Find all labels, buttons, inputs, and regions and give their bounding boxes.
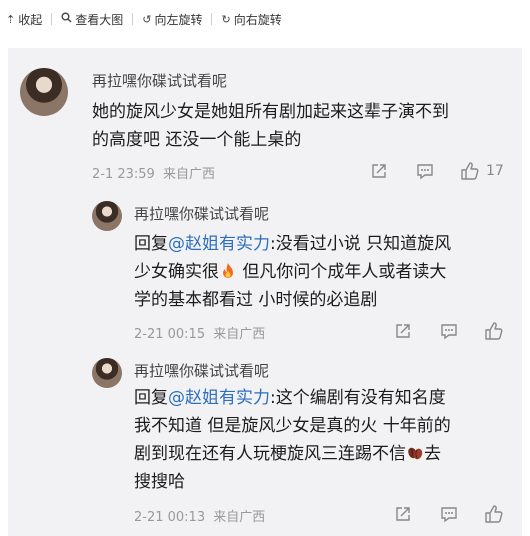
comment-panel: 再拉嘿你碟试试看呢 她的旋风少女是她姐所有剧加起来这辈子演不到 的高度吧 还没一… <box>8 48 522 536</box>
reply-actions <box>394 504 504 524</box>
divider <box>51 13 53 25</box>
reply-time: 2-21 00:13 <box>134 510 206 525</box>
reply-button[interactable] <box>440 322 458 340</box>
avatar[interactable] <box>92 358 122 388</box>
comment-icon <box>441 324 457 340</box>
reply-username[interactable]: 再拉嘿你碟试试看呢 <box>134 203 269 224</box>
divider <box>211 13 213 25</box>
comment-username[interactable]: 再拉嘿你碟试试看呢 <box>92 70 227 91</box>
divider <box>132 13 134 25</box>
thumbs-up-icon <box>485 322 503 340</box>
share-button[interactable] <box>370 162 388 180</box>
share-icon <box>372 164 386 178</box>
reply-meta: 2-21 00:13 来自广西 <box>134 506 265 525</box>
mention-link[interactable]: @赵姐有实力 <box>168 388 270 408</box>
comment-text: 她的旋风少女是她姐所有剧加起来这辈子演不到 的高度吧 还没一个能上桌的 <box>92 102 449 150</box>
collapse-icon: ⇡ <box>6 12 16 26</box>
reply-button[interactable] <box>440 505 458 523</box>
comment-location: 来自广西 <box>162 167 215 182</box>
comment-actions: 17 <box>370 161 504 181</box>
reply: 再拉嘿你碟试试看呢 回复@赵姐有实力:这个编剧有没有知名度 我不知道 但是旋风少… <box>8 358 522 536</box>
beans-emoji-icon <box>408 447 423 460</box>
share-button[interactable] <box>394 505 412 523</box>
share-icon <box>396 507 410 521</box>
comment-icon <box>417 164 433 180</box>
like-button[interactable]: 17 <box>460 161 504 181</box>
fire-emoji-icon <box>223 263 233 278</box>
image-toolbar: ⇡ 收起 查看大图 ↺ 向左旋转 ↻ 向右旋转 <box>0 0 530 38</box>
collapse-button[interactable]: ⇡ 收起 <box>6 11 42 28</box>
reply-actions <box>394 321 504 341</box>
reply-text: 回复@赵姐有实力:没看过小说 只知道旋风 少女确实很 但凡你问个成年人或者读大 … <box>134 234 452 310</box>
rotate-left-button[interactable]: ↺ 向左旋转 <box>142 11 202 28</box>
thumbs-up-icon <box>461 162 479 180</box>
comment-time: 2-1 23:59 <box>92 167 155 182</box>
thumbs-up-icon <box>485 505 503 523</box>
reply-location: 来自广西 <box>213 510 266 525</box>
like-count: 17 <box>486 163 504 179</box>
reply-location: 来自广西 <box>213 327 266 342</box>
reply-button[interactable] <box>416 162 434 180</box>
view-large-button[interactable]: 查看大图 <box>61 11 123 28</box>
share-button[interactable] <box>394 322 412 340</box>
share-icon <box>396 324 410 338</box>
reply: 再拉嘿你碟试试看呢 回复@赵姐有实力:没看过小说 只知道旋风 少女确实很 但凡你… <box>8 198 522 358</box>
mention-link[interactable]: @赵姐有实力 <box>168 234 270 254</box>
like-button[interactable] <box>484 504 504 524</box>
search-icon <box>61 12 72 26</box>
comment-icon <box>441 507 457 523</box>
reply-text: 回复@赵姐有实力:这个编剧有没有知名度 我不知道 但是旋风少女是真的火 十年前的… <box>134 388 451 492</box>
reply-meta: 2-21 00:15 来自广西 <box>134 323 265 342</box>
reply-username[interactable]: 再拉嘿你碟试试看呢 <box>134 360 269 381</box>
rotate-right-icon: ↻ <box>221 12 231 26</box>
comment: 再拉嘿你碟试试看呢 她的旋风少女是她姐所有剧加起来这辈子演不到 的高度吧 还没一… <box>8 48 522 198</box>
reply-time: 2-21 00:15 <box>134 327 206 342</box>
avatar[interactable] <box>20 68 68 116</box>
rotate-right-button[interactable]: ↻ 向右旋转 <box>221 11 281 28</box>
avatar[interactable] <box>92 201 122 231</box>
rotate-left-icon: ↺ <box>142 12 152 26</box>
comment-meta: 2-1 23:59 来自广西 <box>92 163 215 182</box>
like-button[interactable] <box>484 321 504 341</box>
